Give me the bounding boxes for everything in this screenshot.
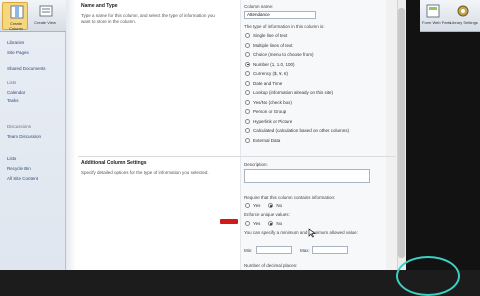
sidebar-item-recycle-bin[interactable]: Recycle Bin [7, 166, 31, 172]
ribbon-left: Create Column Create View [0, 0, 66, 32]
column-type-option[interactable]: Number (1, 1.0, 100) [245, 61, 295, 68]
create-column-label: Create Column [9, 21, 23, 31]
min-label: Min: [244, 248, 253, 253]
column-type-label: External Data [253, 137, 281, 143]
column-type-label: Choice (menu to choose from) [253, 52, 314, 57]
column-type-radio[interactable] [245, 128, 250, 133]
column-type-option[interactable]: Yes/No (check box) [245, 99, 292, 106]
ribbon-right: Form Web Parts Library Settings [420, 0, 480, 32]
column-type-option[interactable]: Lookup (information already on this site… [245, 89, 333, 96]
unique-yes-radio[interactable] [245, 221, 250, 226]
column-type-radio[interactable] [245, 109, 250, 114]
section-divider [78, 156, 396, 157]
column-type-radio[interactable] [245, 80, 250, 86]
view-icon [39, 5, 53, 17]
create-column-button[interactable]: Create Column [2, 2, 28, 31]
sidebar-item-team-discussion[interactable]: Team Discussion [7, 134, 41, 140]
column-type-label: Date and Time [253, 80, 283, 86]
sidebar-item-all-site-content[interactable]: All Site Content [7, 176, 38, 182]
sidebar-item-shared-documents[interactable]: Shared Documents [7, 66, 46, 72]
column-type-label: Person or Group [253, 109, 287, 114]
min-input[interactable] [256, 246, 292, 254]
max-input[interactable] [312, 246, 348, 254]
additional-settings-title: Additional Column Settings [81, 160, 147, 166]
sidebar-item-calendar[interactable]: Calendar [7, 90, 25, 96]
description-textarea[interactable] [244, 169, 370, 183]
column-type-radio[interactable] [245, 61, 250, 67]
unique-values-label: Enforce unique values: [244, 212, 290, 217]
column-type-label: Number (1, 1.0, 100) [253, 61, 295, 67]
column-type-radio[interactable] [245, 42, 250, 48]
column-type-radio[interactable] [245, 137, 250, 143]
column-type-radio[interactable] [245, 33, 250, 38]
unique-yes-label: Yes [253, 221, 261, 226]
require-yes-label: Yes [253, 203, 261, 208]
column-type-radio[interactable] [245, 52, 250, 57]
sidebar-item-lists[interactable]: Lists [7, 156, 16, 162]
create-view-button[interactable]: Create View [32, 2, 58, 30]
require-radio-group: Yes No [245, 203, 290, 208]
form-web-parts-label: Form Web Parts [422, 20, 452, 25]
column-name-input[interactable]: Attendance [244, 11, 316, 19]
column-icon [10, 5, 24, 19]
name-type-description: Type a name for this column, and select … [81, 13, 215, 24]
mouse-cursor-icon [308, 228, 316, 238]
panel-shadow [66, 0, 76, 270]
require-yes-radio[interactable] [245, 203, 250, 208]
click-highlight-ring [396, 256, 460, 296]
column-type-label: Lookup (information already on this site… [253, 90, 334, 95]
name-type-section-title: Name and Type [81, 3, 118, 9]
scrollbar-thumb[interactable] [398, 8, 405, 258]
column-type-option[interactable]: External Data [245, 137, 280, 144]
column-type-option[interactable]: Single line of text [245, 32, 287, 39]
column-type-option[interactable]: Person or Group [245, 108, 286, 115]
max-label: Max: [300, 248, 310, 253]
sidebar-heading-lists[interactable]: Lists [7, 80, 16, 86]
column-type-radio[interactable] [245, 90, 250, 95]
column-type-option[interactable]: Calculated (calculation based on other c… [245, 127, 349, 134]
sidebar-heading-discussions[interactable]: Discussions [7, 124, 31, 130]
unique-radio-group: Yes No [245, 221, 290, 226]
min-max-label: You can specify a minimum and maximum al… [244, 230, 358, 235]
column-type-option[interactable]: Currency ($, ¥, €) [245, 70, 288, 77]
column-type-label: Multiple lines of text [253, 42, 293, 48]
column-type-radio[interactable] [245, 118, 250, 124]
annotation-marker [220, 219, 238, 224]
additional-settings-description: Specify detailed options for the type of… [81, 170, 209, 175]
sidebar-item-site-pages[interactable]: Site Pages [7, 50, 29, 56]
column-type-label: Calculated (calculation based on other c… [253, 128, 350, 133]
library-settings-label: Library Settings [450, 20, 478, 25]
column-type-radio[interactable] [245, 99, 250, 105]
require-no-label: No [276, 203, 283, 208]
column-type-option[interactable]: Date and Time [245, 80, 282, 87]
column-type-option[interactable]: Multiple lines of text [245, 42, 293, 49]
column-type-label: Single line of text [253, 33, 288, 38]
column-type-label: Hyperlink or Picture [253, 118, 293, 124]
column-type-label: Currency ($, ¥, €) [253, 71, 289, 76]
require-no-radio[interactable] [268, 203, 274, 208]
library-settings-icon[interactable] [456, 4, 470, 18]
column-name-label: Column name: [244, 4, 274, 9]
create-view-label: Create View [34, 20, 56, 25]
unique-no-label: No [276, 221, 283, 226]
column-type-label: Yes/No (check box) [253, 99, 292, 105]
form-web-parts-icon[interactable] [426, 4, 440, 18]
screen-edge [406, 0, 480, 270]
column-type-radio[interactable] [245, 71, 250, 76]
require-label: Require that this column contains inform… [244, 195, 336, 200]
sidebar-item-libraries[interactable]: Libraries [7, 40, 24, 46]
unique-no-radio[interactable] [268, 221, 274, 226]
decimal-places-label: Number of decimal places: [244, 263, 298, 268]
description-label: Description: [244, 162, 268, 167]
type-prompt: The type of information in this column i… [244, 24, 325, 29]
column-type-option[interactable]: Hyperlink or Picture [245, 118, 292, 125]
sidebar-item-tasks[interactable]: Tasks [7, 98, 19, 104]
column-type-option[interactable]: Choice (menu to choose from) [245, 51, 314, 58]
